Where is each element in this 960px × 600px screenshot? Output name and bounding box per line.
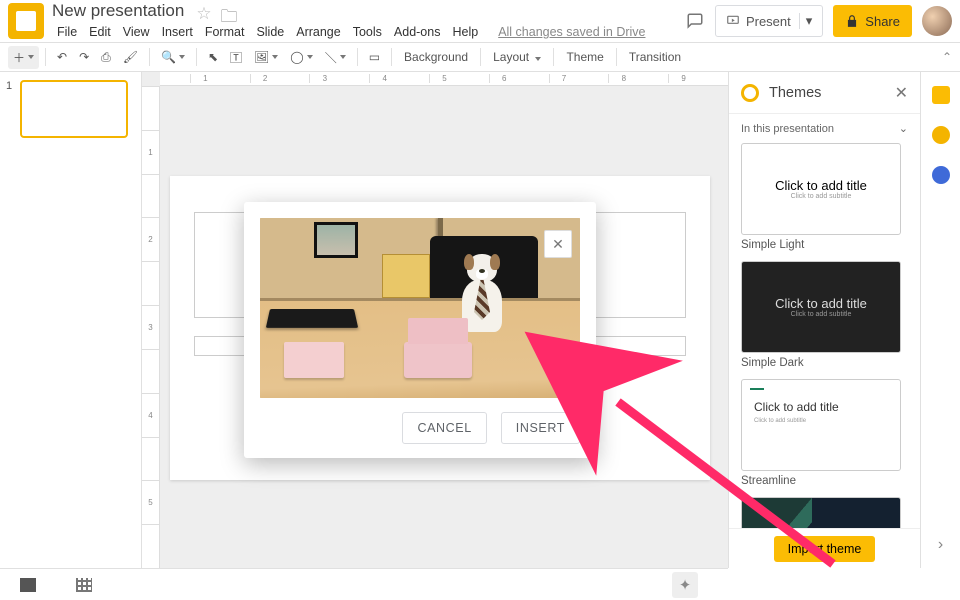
- textbox-tool[interactable]: 🅃: [225, 46, 247, 69]
- menu-addons[interactable]: Add-ons: [389, 23, 446, 41]
- undo-button[interactable]: ↶: [52, 47, 72, 67]
- theme-streamline[interactable]: Click to add title Click to add subtitle: [741, 379, 901, 471]
- theme-simple-dark[interactable]: Click to add title Click to add subtitle: [741, 261, 901, 353]
- import-theme-button[interactable]: Import theme: [774, 536, 876, 562]
- menu-view[interactable]: View: [118, 23, 155, 41]
- doc-title[interactable]: New presentation: [52, 1, 184, 21]
- background-button[interactable]: Background: [398, 47, 474, 67]
- themes-icon: [741, 84, 759, 102]
- slides-logo: [8, 3, 44, 39]
- new-slide-button[interactable]: ＋: [8, 46, 39, 69]
- insert-gif-dialog: ✕ CANCEL INSERT: [244, 202, 596, 458]
- menu-insert[interactable]: Insert: [157, 23, 198, 41]
- redo-button[interactable]: ↷: [74, 47, 94, 67]
- menu-format[interactable]: Format: [200, 23, 250, 41]
- cancel-button[interactable]: CANCEL: [402, 412, 486, 444]
- zoom-button[interactable]: 🔍: [156, 47, 190, 67]
- line-tool[interactable]: ＼: [320, 46, 351, 69]
- close-themes-icon[interactable]: ✕: [895, 83, 908, 103]
- addon-rail: ›: [920, 72, 960, 568]
- comments-icon[interactable]: [685, 12, 705, 30]
- slide-thumbnail-1[interactable]: [20, 80, 128, 138]
- menu-slide[interactable]: Slide: [251, 23, 289, 41]
- explore-button[interactable]: ✦: [672, 572, 698, 598]
- theme-simple-light[interactable]: Click to add title Click to add subtitle: [741, 143, 901, 235]
- theme-focus[interactable]: Click to add title: [741, 497, 901, 528]
- gif-preview: [260, 218, 580, 398]
- shape-tool[interactable]: ◯: [285, 47, 317, 67]
- themes-sidebar: Themes ✕ In this presentation ⌄ Click to…: [728, 72, 920, 568]
- comment-tool[interactable]: ▭: [364, 47, 385, 67]
- collapse-toolbar-icon[interactable]: ⌃: [942, 50, 952, 64]
- vertical-ruler: 12345: [142, 86, 160, 568]
- horizontal-ruler: 123456789: [160, 72, 728, 86]
- share-label: Share: [865, 14, 900, 29]
- present-dropdown-icon[interactable]: ▾: [799, 13, 813, 29]
- theme-label: Streamline: [741, 475, 908, 487]
- theme-label: Simple Dark: [741, 357, 908, 369]
- share-button[interactable]: Share: [833, 5, 912, 37]
- menu-edit[interactable]: Edit: [84, 23, 116, 41]
- present-button[interactable]: Present ▾: [715, 5, 823, 37]
- app-header: New presentation ☆ 🗀 File Edit View Inse…: [0, 0, 960, 42]
- themes-title: Themes: [769, 85, 821, 101]
- calendar-addon-icon[interactable]: [932, 86, 950, 104]
- menu-arrange[interactable]: Arrange: [291, 23, 345, 41]
- keep-addon-icon[interactable]: [932, 126, 950, 144]
- insert-button[interactable]: INSERT: [501, 412, 580, 444]
- save-status[interactable]: All changes saved in Drive: [493, 23, 650, 41]
- grid-view-icon[interactable]: [76, 578, 92, 592]
- print-button[interactable]: ⎙: [96, 47, 116, 68]
- image-tool[interactable]: 🖼: [249, 47, 283, 67]
- transition-button[interactable]: Transition: [623, 47, 687, 67]
- paint-format-button[interactable]: 🖌: [118, 47, 143, 67]
- filmstrip-view-icon[interactable]: [20, 578, 36, 592]
- slide-thumbnails: 1: [0, 72, 142, 568]
- menu-tools[interactable]: Tools: [348, 23, 387, 41]
- theme-button[interactable]: Theme: [560, 47, 609, 67]
- menu-file[interactable]: File: [52, 23, 82, 41]
- toolbar: ＋ ↶ ↷ ⎙ 🖌 🔍 ⬉ 🅃 🖼 ◯ ＼ ▭ Background Layou…: [0, 42, 960, 72]
- dialog-close-icon[interactable]: ✕: [544, 230, 572, 258]
- folder-icon[interactable]: 🗀: [220, 4, 236, 18]
- hide-rail-icon[interactable]: ›: [938, 536, 943, 554]
- star-icon[interactable]: ☆: [196, 4, 210, 18]
- chevron-down-icon: ⌄: [899, 122, 908, 135]
- menu-bar: File Edit View Insert Format Slide Arran…: [52, 23, 685, 41]
- thumb-number: 1: [6, 80, 14, 138]
- select-tool[interactable]: ⬉: [203, 47, 223, 67]
- present-label: Present: [746, 14, 791, 29]
- bottom-bar: ✦: [0, 568, 728, 600]
- layout-button[interactable]: Layout: [487, 47, 547, 67]
- themes-subhead[interactable]: In this presentation ⌄: [729, 114, 920, 143]
- menu-help[interactable]: Help: [447, 23, 483, 41]
- account-avatar[interactable]: [922, 6, 952, 36]
- tasks-addon-icon[interactable]: [932, 166, 950, 184]
- theme-label: Simple Light: [741, 239, 908, 251]
